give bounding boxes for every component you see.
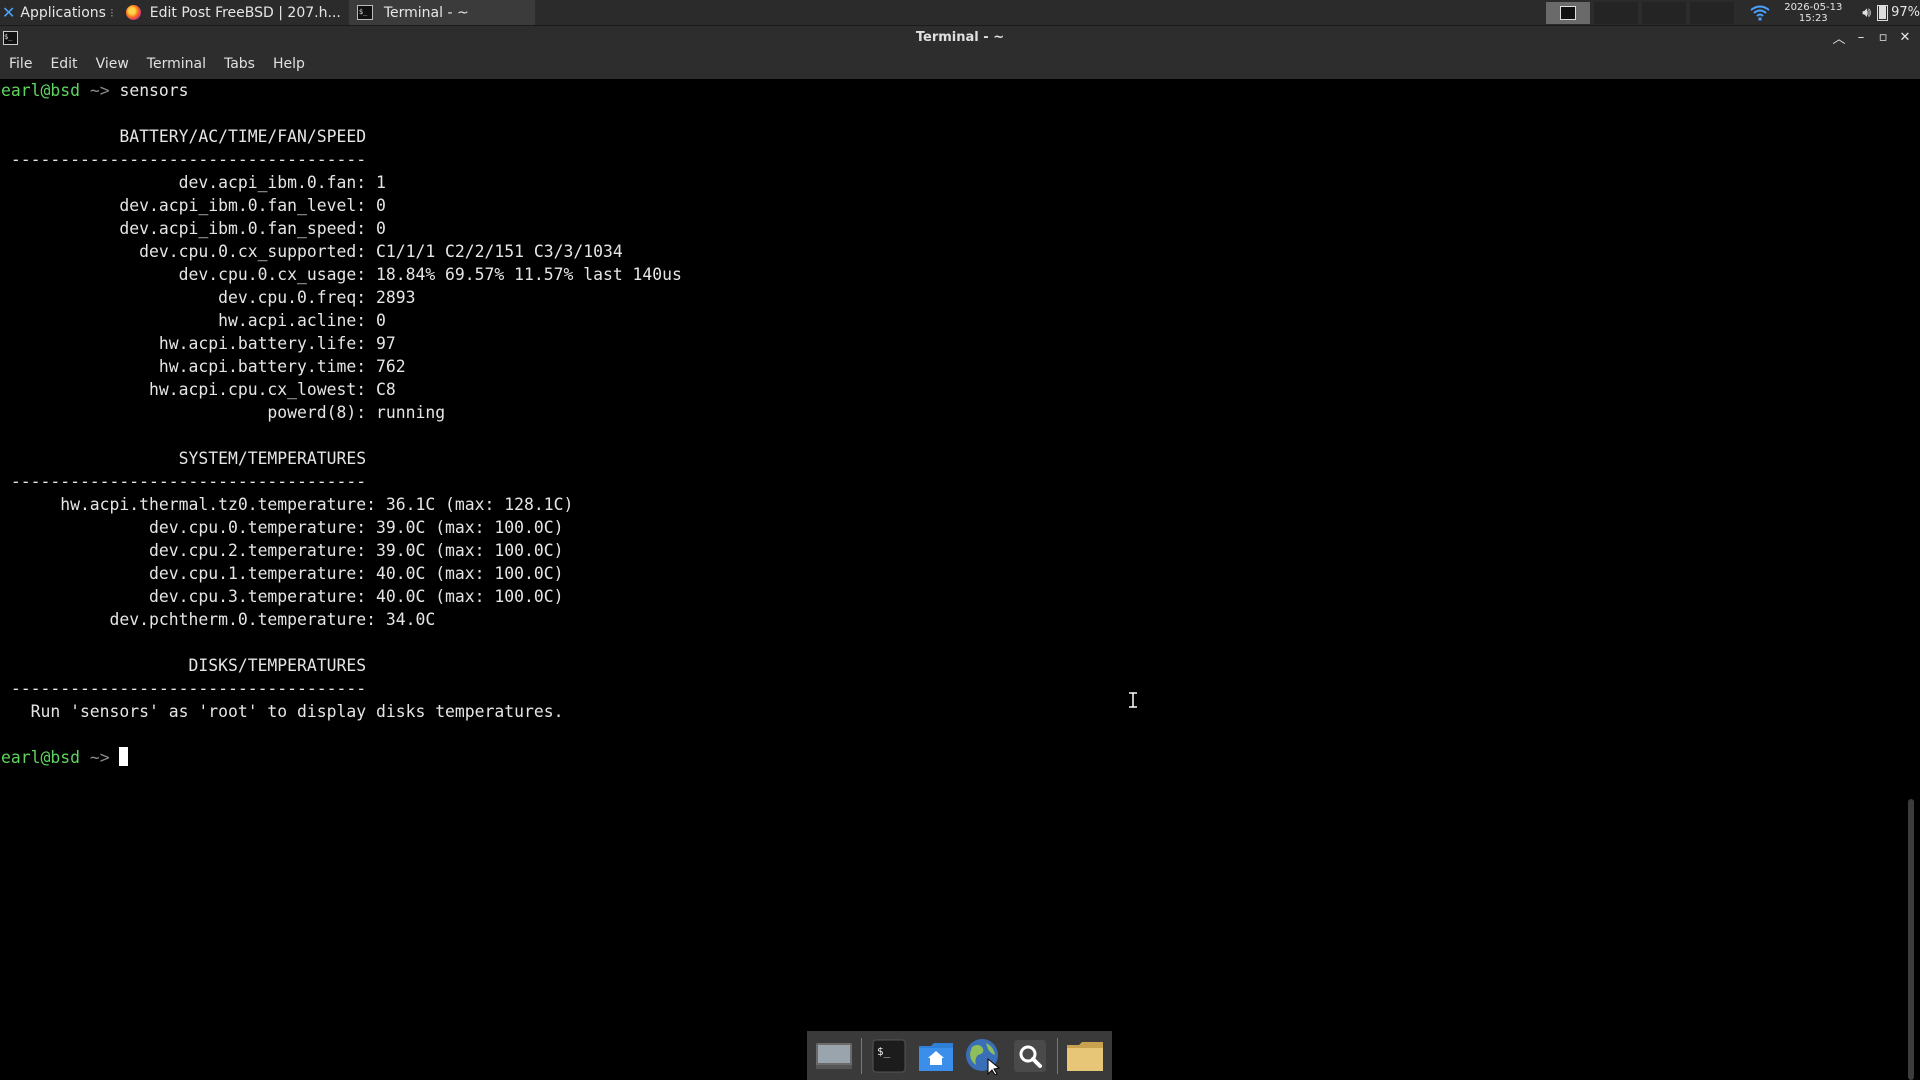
prompt-user: earl@bsd bbox=[1, 748, 80, 767]
firefox-icon bbox=[125, 5, 141, 20]
clock-time: 15:23 bbox=[1798, 12, 1828, 24]
terminal-scrollbar[interactable] bbox=[1904, 79, 1920, 1080]
separator-dots: ⁝ bbox=[109, 5, 114, 20]
terminal-icon: $_ bbox=[356, 5, 373, 20]
output-line: dev.cpu.0.temperature: 39.0C (max: 100.0… bbox=[1, 518, 564, 537]
output-line: hw.acpi.battery.life: 97 bbox=[1, 334, 396, 353]
output-line: dev.cpu.0.cx_usage: 18.84% 69.57% 11.57%… bbox=[1, 265, 682, 284]
shade-button[interactable]: ︿ bbox=[1828, 27, 1850, 49]
close-button[interactable]: ✕ bbox=[1894, 27, 1916, 49]
menu-bar: File Edit View Terminal Tabs Help bbox=[0, 49, 1920, 79]
applications-label: Applications bbox=[20, 4, 106, 21]
maximize-icon: ▫ bbox=[1878, 30, 1888, 45]
terminal-icon: $_ bbox=[872, 1039, 906, 1072]
web-browser-icon bbox=[965, 1038, 1001, 1075]
output-line: hw.acpi.cpu.cx_lowest: C8 bbox=[1, 380, 396, 399]
dock-search[interactable] bbox=[1010, 1036, 1050, 1076]
terminal-window-icon[interactable]: $_ bbox=[3, 30, 18, 45]
output-line: DISKS/TEMPERATURES bbox=[1, 656, 367, 675]
dock: $_ bbox=[807, 1031, 1112, 1080]
workspace-2[interactable] bbox=[1594, 1, 1639, 24]
output-line: hw.acpi.battery.time: 762 bbox=[1, 357, 406, 376]
output-line: ------------------------------------ bbox=[1, 679, 367, 698]
output-line: hw.acpi.thermal.tz0.temperature: 36.1C (… bbox=[1, 495, 574, 514]
wifi-icon[interactable] bbox=[1750, 5, 1770, 21]
dock-terminal[interactable]: $_ bbox=[869, 1036, 909, 1076]
text-cursor bbox=[119, 747, 129, 766]
prompt-path: ~> bbox=[89, 81, 110, 100]
output-line: dev.cpu.0.freq: 2893 bbox=[1, 288, 416, 307]
dock-separator bbox=[1056, 1037, 1058, 1074]
folder-icon bbox=[1066, 1041, 1103, 1071]
window-titlebar[interactable]: $_ Terminal - ~ ︿ – ▫ ✕ bbox=[0, 26, 1920, 49]
battery-level-fill bbox=[1879, 6, 1887, 19]
clock-date: 2026-05-13 bbox=[1784, 1, 1843, 13]
menu-file[interactable]: File bbox=[0, 49, 41, 79]
dock-show-desktop[interactable] bbox=[814, 1036, 854, 1076]
menu-view[interactable]: View bbox=[87, 49, 138, 79]
prompt-user: earl@bsd bbox=[1, 81, 80, 100]
output-line: dev.cpu.0.cx_supported: C1/1/1 C2/2/151 … bbox=[1, 242, 623, 261]
battery-percent: 97% bbox=[1891, 5, 1920, 20]
applications-menu[interactable]: ✕ Applications ⁝ bbox=[0, 0, 118, 25]
output-line: hw.acpi.acline: 0 bbox=[1, 311, 386, 330]
output-line: dev.pchtherm.0.temperature: 34.0C bbox=[1, 610, 436, 629]
output-line: dev.cpu.3.temperature: 40.0C (max: 100.0… bbox=[1, 587, 564, 606]
output-line: powerd(8): running bbox=[1, 403, 446, 422]
workspace-4[interactable] bbox=[1690, 1, 1735, 24]
dock-separator bbox=[861, 1037, 863, 1074]
workspace-1[interactable] bbox=[1546, 1, 1591, 24]
menu-help[interactable]: Help bbox=[264, 49, 314, 79]
command-output: BATTERY/AC/TIME/FAN/SPEED --------------… bbox=[1, 127, 682, 721]
taskbar-item-label: Edit Post FreeBSD | 207.h... bbox=[149, 4, 341, 21]
output-line: ------------------------------------ bbox=[1, 472, 367, 491]
menu-edit[interactable]: Edit bbox=[41, 49, 86, 79]
system-tray: 2026-05-13 15:23 🔊︎ 97% bbox=[1736, 0, 1920, 25]
minimize-icon: – bbox=[1857, 30, 1865, 45]
output-line: BATTERY/AC/TIME/FAN/SPEED bbox=[1, 127, 367, 146]
output-line: dev.cpu.1.temperature: 40.0C (max: 100.0… bbox=[1, 564, 564, 583]
output-line: dev.acpi_ibm.0.fan: 1 bbox=[1, 173, 386, 192]
prompt-path: ~> bbox=[89, 748, 110, 767]
output-line: ------------------------------------ bbox=[1, 150, 367, 169]
ibeam-cursor-icon bbox=[1129, 692, 1137, 708]
terminal-output[interactable]: earl@bsd ~> sensors BATTERY/AC/TIME/FAN/… bbox=[0, 79, 1904, 1080]
window-controls: ︿ – ▫ ✕ bbox=[1828, 26, 1916, 49]
top-panel: ✕ Applications ⁝ Edit Post FreeBSD | 207… bbox=[0, 0, 1920, 26]
volume-icon[interactable]: 🔊︎ bbox=[1862, 5, 1871, 21]
command-text: sensors bbox=[119, 81, 189, 100]
battery-icon[interactable] bbox=[1877, 4, 1889, 21]
output-line: SYSTEM/TEMPERATURES bbox=[1, 449, 367, 468]
taskbar-item-terminal[interactable]: $_ Terminal - ~ bbox=[348, 0, 535, 25]
workspace-window-thumbnail bbox=[1560, 5, 1577, 20]
dock-home-folder[interactable] bbox=[916, 1036, 956, 1076]
output-line: Run 'sensors' as 'root' to display disks… bbox=[1, 702, 564, 721]
show-desktop-icon bbox=[816, 1042, 853, 1069]
taskbar-item-label: Terminal - ~ bbox=[383, 4, 469, 21]
window-title: Terminal - ~ bbox=[915, 30, 1005, 45]
chevron-up-icon: ︿ bbox=[1832, 32, 1846, 47]
minimize-button[interactable]: – bbox=[1850, 27, 1872, 49]
taskbar-item-firefox[interactable]: Edit Post FreeBSD | 207.h... bbox=[118, 0, 349, 25]
workspace-3[interactable] bbox=[1642, 1, 1687, 24]
output-line: dev.cpu.2.temperature: 39.0C (max: 100.0… bbox=[1, 541, 564, 560]
dock-file-manager[interactable] bbox=[1065, 1036, 1105, 1076]
output-line: dev.acpi_ibm.0.fan_speed: 0 bbox=[1, 219, 386, 238]
scrollbar-thumb[interactable] bbox=[1908, 799, 1914, 1080]
terminal-text: earl@bsd ~> sensors BATTERY/AC/TIME/FAN/… bbox=[0, 79, 1904, 769]
menu-tabs[interactable]: Tabs bbox=[215, 49, 264, 79]
maximize-button[interactable]: ▫ bbox=[1872, 27, 1894, 49]
svg-text:$_: $_ bbox=[877, 1045, 891, 1058]
output-line: dev.acpi_ibm.0.fan_level: 0 bbox=[1, 196, 386, 215]
home-folder-icon bbox=[919, 1042, 954, 1071]
search-icon bbox=[1013, 1039, 1046, 1072]
xfce-logo-icon: ✕ bbox=[2, 3, 16, 22]
close-icon: ✕ bbox=[1899, 30, 1911, 45]
menu-terminal[interactable]: Terminal bbox=[138, 49, 215, 79]
dock-web-browser[interactable] bbox=[963, 1036, 1003, 1076]
clock[interactable]: 2026-05-13 15:23 bbox=[1778, 2, 1848, 24]
